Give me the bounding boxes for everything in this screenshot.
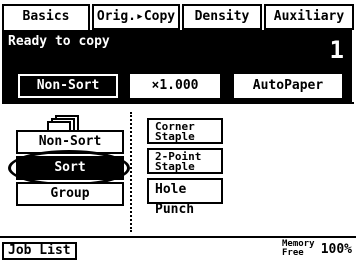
tab-bar: Basics Orig.▸Copy Density Auxiliary (2, 4, 354, 34)
tab-density[interactable]: Density (182, 4, 262, 30)
copy-count: 1 (329, 36, 344, 64)
settings-bar: Non-Sort ×1.000 AutoPaper (2, 66, 352, 102)
tab-orig-copy[interactable]: Orig.▸Copy (92, 4, 180, 30)
footer: Job List Memory Free 100% (0, 236, 356, 261)
status-bar: Ready to copy 1 (2, 30, 352, 66)
finishing-panel: Non-Sort Sort Group Corner Staple 2-Poin… (2, 102, 354, 238)
two-point-staple-line2: Staple (155, 160, 195, 173)
divider (130, 112, 133, 232)
corner-staple-line2: Staple (155, 130, 195, 143)
memory-indicator: Memory Free 100% (282, 240, 352, 260)
paper-button[interactable]: AutoPaper (232, 72, 344, 100)
zoom-button[interactable]: ×1.000 (128, 72, 222, 100)
status-message: Ready to copy (8, 34, 110, 49)
tab-auxiliary[interactable]: Auxiliary (264, 4, 354, 30)
sort-mode-indicator[interactable]: Non-Sort (16, 72, 120, 100)
two-point-staple-button[interactable]: 2-Point Staple (147, 148, 223, 174)
memory-value: 100% (320, 242, 352, 257)
sort-button[interactable]: Sort (16, 156, 124, 180)
memory-label-line2: Free (282, 248, 304, 258)
copier-panel: Basics Orig.▸Copy Density Auxiliary Read… (0, 0, 356, 261)
memory-label: Memory Free (282, 240, 315, 258)
corner-staple-button[interactable]: Corner Staple (147, 118, 223, 144)
job-list-button[interactable]: Job List (2, 242, 77, 260)
hole-punch-button[interactable]: Hole Punch (147, 178, 223, 217)
group-button[interactable]: Group (16, 182, 124, 206)
